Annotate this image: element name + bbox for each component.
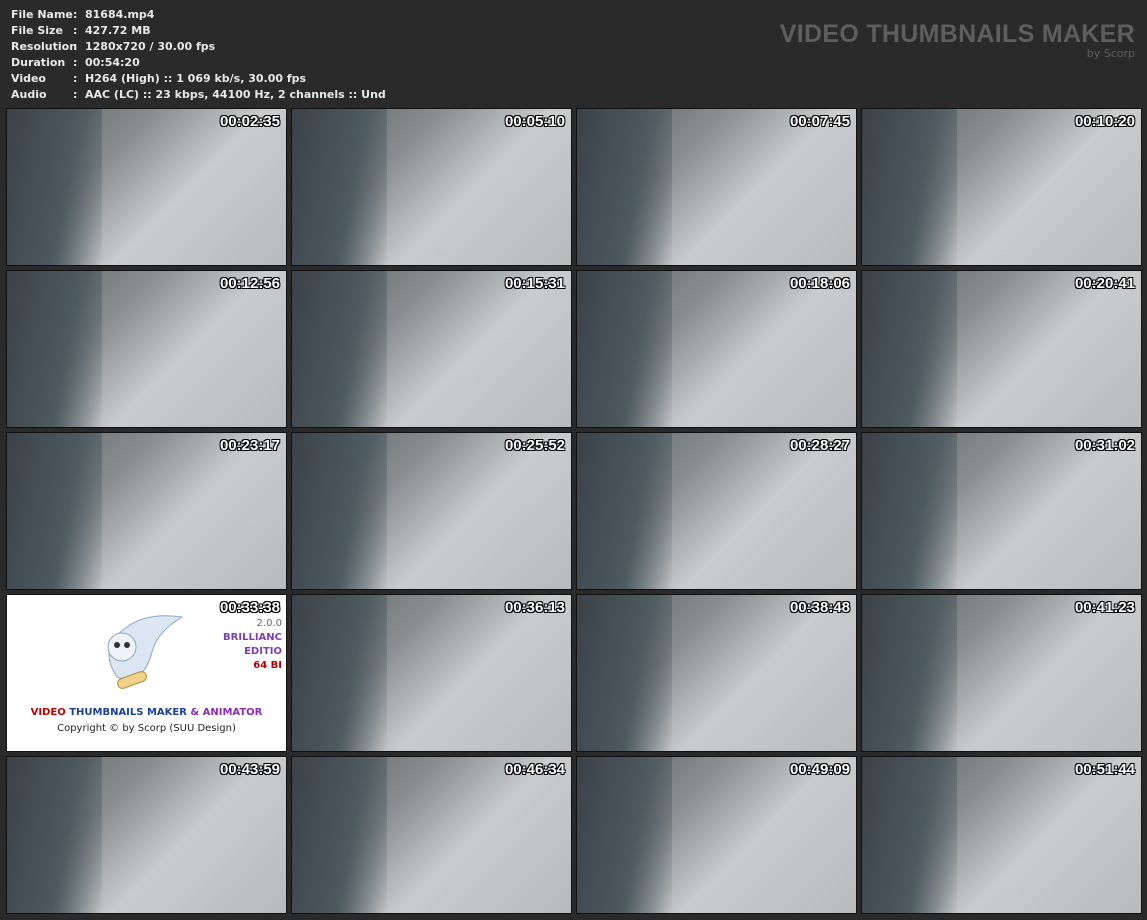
info-value: 1280x720 / 30.00 fps — [85, 40, 216, 53]
info-row: File Name:81684.mp4 — [11, 7, 386, 23]
frame-placeholder — [292, 595, 387, 751]
video-thumbnail: 00:49:09 — [576, 756, 857, 914]
edition-label: 2.0.0 BRILLIANC EDITIO 64 BI — [223, 618, 282, 671]
timestamp: 00:38:48 — [789, 599, 850, 616]
info-value: 00:54:20 — [85, 56, 140, 69]
video-thumbnail: 00:38:48 — [576, 594, 857, 752]
frame-placeholder — [577, 433, 672, 589]
timestamp: 00:20:41 — [1074, 275, 1135, 292]
frame-placeholder — [292, 433, 387, 589]
frame-placeholder — [292, 271, 387, 427]
video-thumbnail: 00:43:59 — [6, 756, 287, 914]
video-thumbnail: 00:07:45 — [576, 108, 857, 266]
frame-placeholder — [862, 271, 957, 427]
file-info: File Name:81684.mp4 File Size:427.72 MB Re… — [11, 7, 386, 103]
thumbnail-grid: 00:02:35 00:05:10 00:07:45 00:10:20 00:12:56… — [6, 108, 1142, 914]
logo-copyright: Copyright © by Scorp (SUU Design) — [57, 723, 236, 734]
info-value: H264 (High) :: 1 069 kb/s, 30.00 fps — [85, 72, 307, 85]
video-thumbnail: 00:20:41 — [861, 270, 1142, 428]
info-separator: : — [73, 56, 78, 69]
video-thumbnail: 00:15:31 — [291, 270, 572, 428]
frame-placeholder — [577, 757, 672, 913]
timestamp: 00:05:10 — [504, 113, 565, 130]
timestamp: 00:12:56 — [219, 275, 280, 292]
frame-placeholder — [577, 271, 672, 427]
frame-placeholder — [7, 271, 102, 427]
frame-placeholder — [7, 109, 102, 265]
video-thumbnail: 00:46:34 — [291, 756, 572, 914]
timestamp: 00:41:23 — [1074, 599, 1135, 616]
video-thumbnail: 00:51:44 — [861, 756, 1142, 914]
info-row: Audio: AAC (LC) :: 23 kbps, 44100 Hz, 2 c… — [11, 87, 386, 103]
info-value: 427.72 MB — [85, 24, 151, 37]
video-thumbnail: 00:23:17 — [6, 432, 287, 590]
timestamp: 00:28:27 — [789, 437, 850, 454]
info-separator: : — [73, 72, 78, 85]
video-thumbnail: 00:31:02 — [861, 432, 1142, 590]
frame-placeholder — [292, 757, 387, 913]
info-value: 81684.mp4 — [85, 8, 155, 21]
timestamp: 00:25:52 — [504, 437, 565, 454]
timestamp: 00:36:13 — [504, 599, 565, 616]
video-thumbnail: 00:02:35 — [6, 108, 287, 266]
frame-placeholder — [862, 109, 957, 265]
brand-title: VIDEO THUMBNAILS MAKER — [779, 20, 1135, 48]
frame-placeholder — [862, 757, 957, 913]
timestamp: 00:43:59 — [219, 761, 280, 778]
timestamp: 00:51:44 — [1074, 761, 1135, 778]
frame-placeholder — [577, 109, 672, 265]
brand-watermark: VIDEO THUMBNAILS MAKER by Scorp — [780, 20, 1135, 60]
timestamp: 00:18:06 — [789, 275, 850, 292]
timestamp: 00:33:38 — [219, 599, 280, 616]
video-thumbnail: 00:12:56 — [6, 270, 287, 428]
video-thumbnail: 00:05:10 — [291, 108, 572, 266]
info-separator: : — [73, 8, 78, 21]
info-row: File Size:427.72 MB — [11, 23, 386, 39]
video-thumbnail: 00:10:20 — [861, 108, 1142, 266]
timestamp: 00:10:20 — [1074, 113, 1135, 130]
info-value: AAC (LC) :: 23 kbps, 44100 Hz, 2 channel… — [85, 88, 386, 101]
info-row: Duration:00:54:20 — [11, 55, 386, 71]
timestamp: 00:23:17 — [219, 437, 280, 454]
info-key: Video — [11, 72, 46, 85]
frame-placeholder — [7, 433, 102, 589]
logo-title: VIDEO THUMBNAILS MAKER & ANIMATOR — [30, 707, 263, 718]
frame-placeholder — [292, 109, 387, 265]
timestamp: 00:31:02 — [1074, 437, 1135, 454]
info-key: Duration — [11, 56, 66, 69]
info-separator: : — [73, 40, 78, 53]
info-key: File Name — [11, 8, 73, 21]
video-thumbnail: 00:18:06 — [576, 270, 857, 428]
frame-placeholder — [862, 433, 957, 589]
video-thumbnail: 00:25:52 — [291, 432, 572, 590]
timestamp: 00:15:31 — [504, 275, 565, 292]
timestamp: 00:02:35 — [219, 113, 280, 130]
video-thumbnail: 00:36:13 — [291, 594, 572, 752]
timestamp: 00:07:45 — [789, 113, 850, 130]
timestamp: 00:46:34 — [504, 761, 565, 778]
owl-logo-icon — [107, 615, 184, 689]
brand-subtitle: by Scorp — [1086, 47, 1135, 60]
frame-placeholder — [7, 757, 102, 913]
info-row: Resolution:1280x720 / 30.00 fps — [11, 39, 386, 55]
info-key: Audio — [11, 88, 47, 101]
info-key: File Size — [11, 24, 63, 37]
timestamp: 00:49:09 — [789, 761, 850, 778]
frame-placeholder — [862, 595, 957, 751]
info-separator: : — [73, 88, 78, 101]
info-key: Resolution — [11, 40, 78, 53]
info-separator: : — [73, 24, 78, 37]
video-thumbnail: 00:41:23 — [861, 594, 1142, 752]
frame-placeholder — [577, 595, 672, 751]
info-row: Video: H264 (High) :: 1 069 kb/s, 30.00 f… — [11, 71, 386, 87]
logo-thumbnail: 2.0.0 BRILLIANC EDITIO 64 BI VIDEO THUMBNAI… — [6, 594, 287, 752]
video-thumbnail: 00:28:27 — [576, 432, 857, 590]
